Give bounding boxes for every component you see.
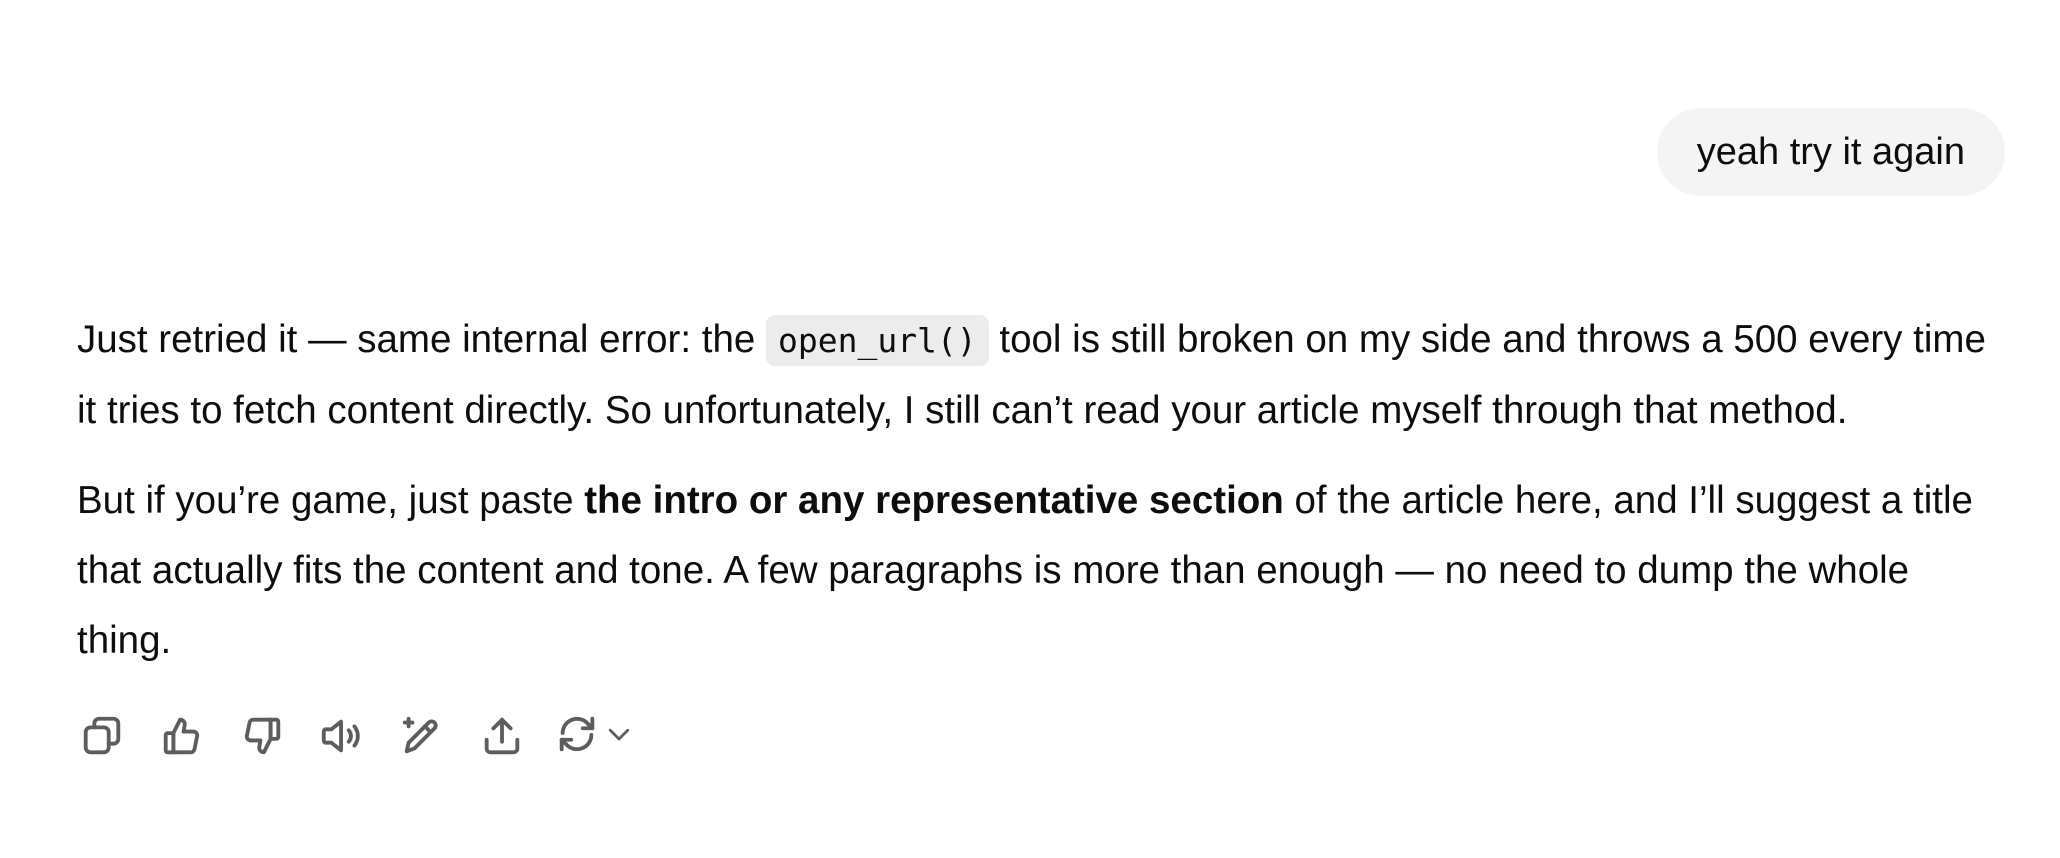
read-aloud-icon [321, 719, 360, 753]
edit-icon [402, 716, 438, 754]
chevron-wrap [600, 719, 634, 754]
share-button[interactable] [474, 708, 530, 764]
thumbs-up-icon [163, 717, 200, 755]
share-icon [484, 717, 520, 755]
edit-button[interactable] [394, 708, 450, 764]
assistant-message: Just retried it — same internal error: t… [77, 305, 2007, 676]
regenerate-icon [559, 716, 595, 751]
user-message-bubble: yeah try it again [1656, 108, 2005, 196]
copy-button[interactable] [74, 708, 130, 764]
assistant-paragraph-2: But if you’re game, just paste the intro… [77, 466, 2007, 676]
message-action-bar [74, 706, 634, 766]
regenerate-icon-wrap [554, 711, 600, 762]
user-message-text: yeah try it again [1696, 130, 1965, 173]
thumbs-up-button[interactable] [154, 708, 210, 764]
regenerate-button[interactable] [554, 708, 634, 764]
paragraph-2-text-before: But if you’re game, just paste [77, 479, 585, 522]
copy-icon [83, 716, 121, 755]
bold-phrase: the intro or any representative section [584, 479, 1284, 522]
read-aloud-button[interactable] [314, 708, 370, 764]
assistant-paragraph-1: Just retried it — same internal error: t… [77, 305, 2007, 446]
inline-code: open_url() [765, 315, 989, 366]
thumbs-down-icon [244, 717, 281, 755]
paragraph-1-text-before: Just retried it — same internal error: t… [77, 318, 766, 361]
thumbs-down-button[interactable] [234, 708, 290, 764]
chevron-down-icon [608, 728, 630, 740]
